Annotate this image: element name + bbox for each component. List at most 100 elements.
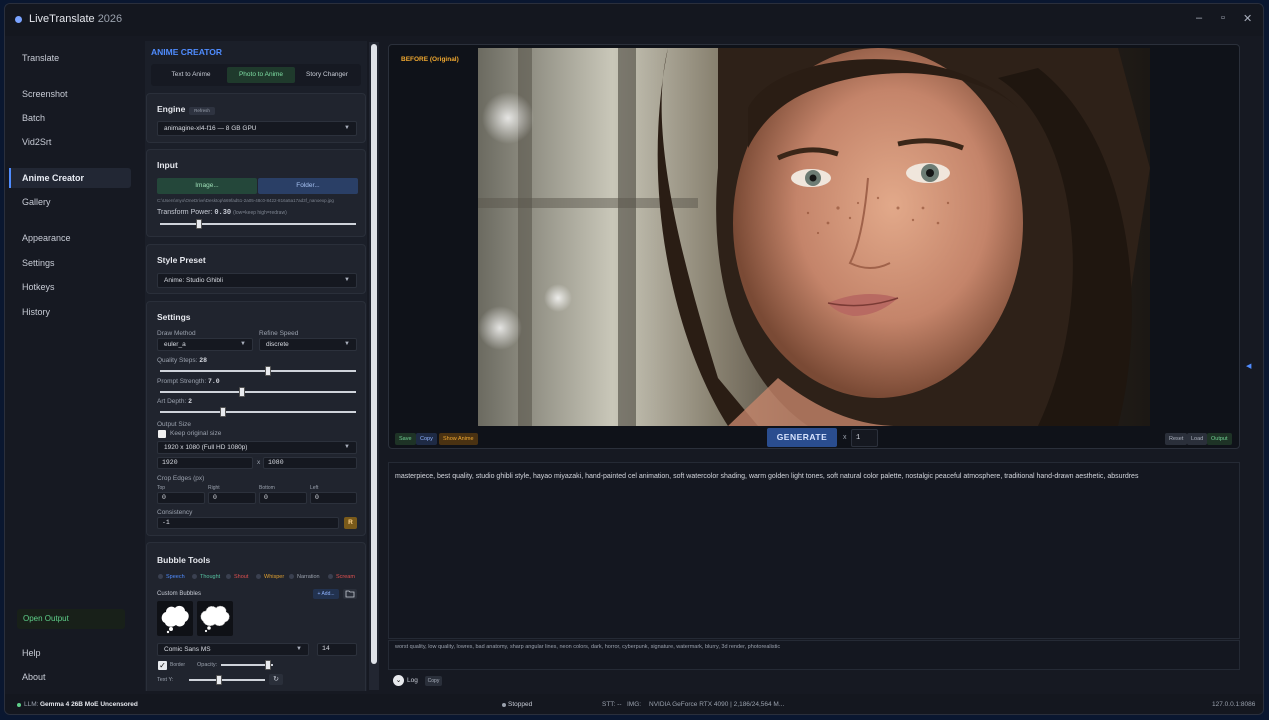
chevron-down-icon: ▼ [240, 341, 246, 347]
chevron-down-icon: ▼ [296, 646, 302, 652]
tab-bar: Text to Anime Photo to Anime Story Chang… [151, 64, 361, 86]
keep-original-label: Keep original size [170, 430, 222, 437]
image-button[interactable]: Image... [157, 178, 257, 194]
random-seed-button[interactable]: R [344, 517, 357, 529]
negative-prompt-textarea[interactable]: worst quality, low quality, lowres, bad … [388, 640, 1240, 670]
sidebar-item-about[interactable]: About [9, 667, 131, 687]
height-input[interactable]: 1080 [263, 457, 357, 469]
prompt-strength-slider[interactable] [160, 387, 356, 397]
sidebar-item-settings[interactable]: Settings [9, 253, 131, 273]
bubble-type-thought[interactable]: Thought [192, 574, 220, 580]
draw-method-label: Draw Method [157, 330, 196, 337]
bubble-type-whisper[interactable]: Whisper [256, 574, 284, 580]
sidebar-item-batch[interactable]: Batch [9, 108, 131, 128]
app-window: LiveTranslate 2026 – ▫ ✕ Translate Scree… [4, 3, 1264, 715]
llm-status-dot-icon [17, 703, 21, 707]
refresh-button[interactable]: Refresh [189, 107, 215, 115]
log-copy-button[interactable]: Copy [425, 676, 442, 686]
opacity-slider[interactable] [221, 660, 273, 670]
img-label: IMG: [627, 701, 642, 708]
llm-model: Gemma 4 26B MoE Uncensored [40, 701, 138, 708]
chevron-down-icon: ▼ [344, 444, 350, 450]
minimize-icon[interactable]: – [1196, 12, 1202, 24]
generate-button[interactable]: GENERATE [767, 428, 837, 447]
reset-button[interactable]: Reset [1165, 433, 1188, 445]
custom-bubble-1[interactable] [157, 601, 193, 636]
sidebar-item-gallery[interactable]: Gallery [9, 192, 131, 212]
bubble-type-narration[interactable]: Narration [289, 574, 320, 580]
folder-icon[interactable] [343, 589, 357, 599]
active-indicator [9, 168, 11, 188]
transform-power-slider[interactable] [160, 219, 356, 229]
border-label: Border [170, 662, 186, 668]
copy-button[interactable]: Copy [416, 433, 437, 445]
settings-card: Settings Draw Method euler_a ▼ Refine Spe… [146, 301, 366, 536]
settings-title: Settings [157, 312, 191, 322]
crop-bottom-input[interactable]: 0 [259, 492, 307, 504]
load-button[interactable]: Load [1187, 433, 1208, 445]
tab-photo-to-anime[interactable]: Photo to Anime [227, 67, 295, 83]
tab-story-changer[interactable]: Story Changer [295, 67, 359, 83]
sidebar-item-help[interactable]: Help [9, 643, 131, 663]
bubble-type-speech[interactable]: Speech [158, 574, 185, 580]
size-times-label: x [257, 459, 261, 466]
input-photo [478, 48, 1150, 426]
consistency-label: Consistency [157, 509, 193, 516]
prompt-strength-label: Prompt Strength: 7.0 [157, 378, 220, 385]
output-size-label: Output Size [157, 421, 191, 428]
log-label[interactable]: Log [407, 677, 418, 684]
close-icon[interactable]: ✕ [1243, 12, 1252, 25]
bubble-type-shout[interactable]: Shout [226, 574, 248, 580]
folder-button[interactable]: Folder... [258, 178, 358, 194]
sidebar-item-history[interactable]: History [9, 302, 131, 322]
prompt-textarea[interactable]: masterpiece, best quality, studio ghibli… [388, 462, 1240, 639]
show-anime-button[interactable]: Show Anime [439, 433, 478, 445]
border-checkbox[interactable]: ✓ [158, 661, 167, 670]
engine-state: Stopped [508, 701, 533, 708]
maximize-icon[interactable]: ▫ [1221, 12, 1225, 24]
sidebar-item-screenshot[interactable]: Screenshot [9, 84, 131, 104]
batch-count-input[interactable]: 1 [851, 429, 878, 447]
refine-speed-select[interactable]: discrete ▼ [259, 338, 357, 351]
resolution-select[interactable]: 1920 x 1080 (Full HD 1080p) ▼ [157, 441, 357, 454]
bubble-font-size-input[interactable]: 14 [317, 643, 357, 656]
engine-title: Engine [157, 104, 186, 114]
reset-icon[interactable]: ↻ [269, 674, 283, 685]
width-input[interactable]: 1920 [157, 457, 253, 469]
sidebar-item-appearance[interactable]: Appearance [9, 228, 131, 248]
crop-right-input[interactable]: 0 [208, 492, 256, 504]
engine-select[interactable]: animagine-xl4-f16 — 8 GB GPU ▼ [157, 121, 357, 136]
custom-bubbles-label: Custom Bubbles [157, 591, 202, 597]
keep-original-checkbox[interactable] [158, 430, 166, 438]
bubble-font-select[interactable]: Comic Sans MS ▼ [157, 643, 309, 656]
input-title: Input [157, 160, 178, 170]
quality-steps-slider[interactable] [160, 366, 356, 376]
draw-method-select[interactable]: euler_a ▼ [157, 338, 253, 351]
sidebar-item-anime-creator[interactable]: Anime Creator [9, 168, 131, 188]
chevron-down-icon: ▼ [344, 125, 350, 131]
sidebar-item-vid2srt[interactable]: Vid2Srt [9, 132, 131, 152]
chevron-down-icon[interactable]: ⌄ [393, 675, 404, 686]
sidebar-item-hotkeys[interactable]: Hotkeys [9, 277, 131, 297]
anime-creator-panel: ANIME CREATOR Text to Anime Photo to Ani… [145, 41, 367, 691]
tab-text-to-anime[interactable]: Text to Anime [155, 67, 227, 83]
add-bubble-button[interactable]: + Add... [313, 589, 339, 599]
stopped-dot-icon [502, 703, 506, 707]
custom-bubble-2[interactable] [197, 601, 233, 636]
output-button[interactable]: Output [1207, 433, 1232, 445]
crop-left-input[interactable]: 0 [310, 492, 357, 504]
open-output-button[interactable]: Open Output [17, 609, 125, 629]
style-preset-title: Style Preset [157, 255, 206, 265]
art-depth-slider[interactable] [160, 407, 356, 417]
sidebar-item-translate[interactable]: Translate [9, 48, 131, 68]
crop-top-input[interactable]: 0 [157, 492, 205, 504]
title-bar: LiveTranslate 2026 – ▫ ✕ [5, 4, 1263, 36]
collapse-arrow-icon[interactable]: ◀ [1246, 362, 1251, 370]
consistency-input[interactable]: -1 [157, 517, 339, 529]
save-button[interactable]: Save [395, 433, 416, 445]
sidebar: Translate Screenshot Batch Vid2Srt Anime… [5, 36, 137, 691]
style-preset-select[interactable]: Anime: Studio Ghibli ▼ [157, 273, 357, 288]
text-y-slider[interactable] [189, 675, 265, 685]
panel-scroll-thumb[interactable] [371, 44, 377, 664]
bubble-type-scream[interactable]: Scream [328, 574, 355, 580]
